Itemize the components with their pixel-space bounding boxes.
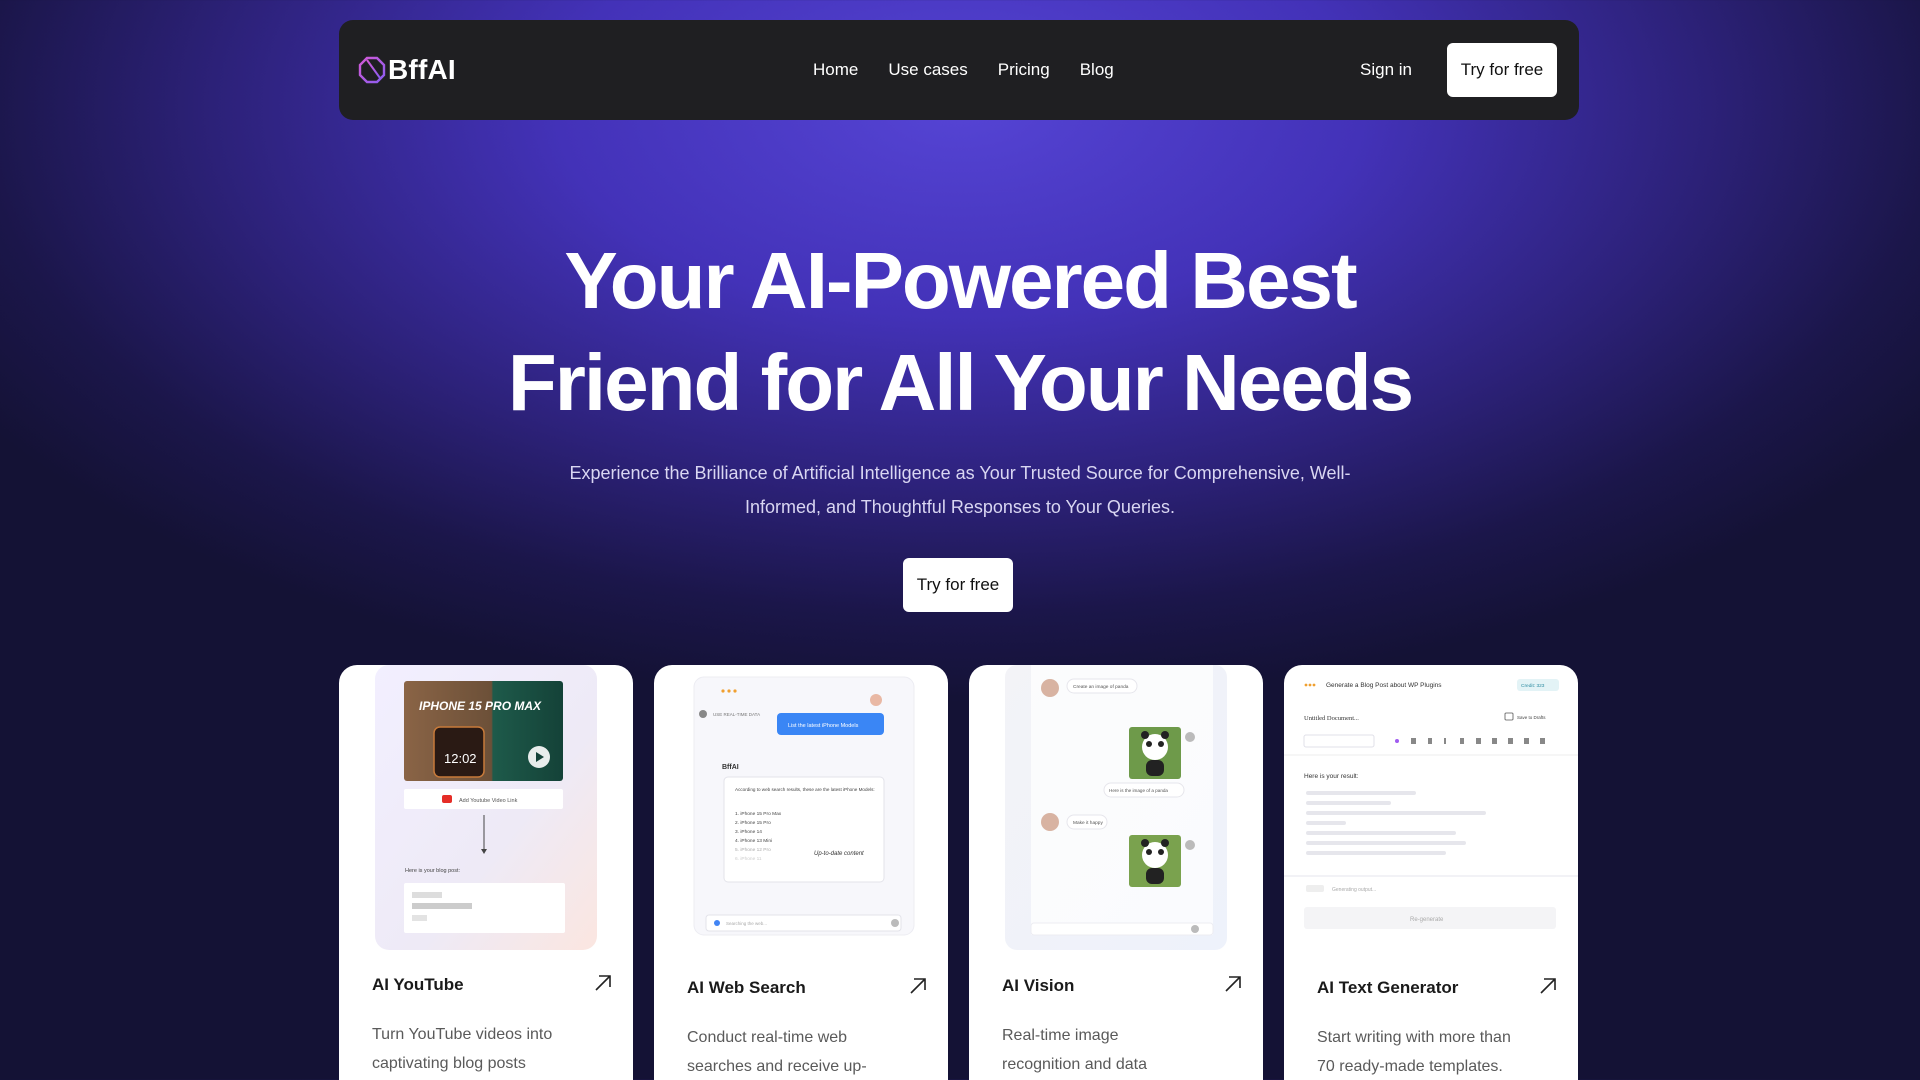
hero-subtitle-line-2: Informed, and Thoughtful Responses to Yo…: [745, 497, 1175, 517]
arrow-up-right-icon[interactable]: [1223, 974, 1243, 994]
card-description: Start writing with more than 70 ready-ma…: [1317, 1023, 1557, 1080]
card-ai-vision[interactable]: Create an image of panda Here is the ima…: [969, 665, 1263, 1080]
try-for-free-nav-button[interactable]: Try for free: [1447, 43, 1557, 97]
up-to-date-note: Up-to-date content: [814, 851, 864, 857]
caption-1: Here is the image of a panda: [1109, 788, 1168, 793]
send-icon: [891, 919, 899, 927]
card-ai-text-generator[interactable]: Generate a Blog Post about WP Plugins Cr…: [1284, 665, 1578, 1080]
hero-title-line-1: Your AI-Powered Best: [564, 236, 1357, 325]
prompt-2: Make it happy: [1073, 820, 1103, 826]
save-drafts-label[interactable]: Save to Drafts: [1517, 715, 1546, 720]
hero-subtitle: Experience the Brilliance of Artificial …: [560, 456, 1360, 524]
save-icon[interactable]: [1504, 712, 1514, 721]
nav-link-blog[interactable]: Blog: [1080, 60, 1114, 80]
credit-badge: Credit: 323: [1521, 683, 1545, 689]
card-description: Turn YouTube videos into captivating blo…: [372, 1020, 612, 1078]
generating-status: Generating output...: [1332, 887, 1376, 893]
card-description: Conduct real-time web searches and recei…: [687, 1023, 927, 1080]
card-preview-text-generator: Generate a Blog Post about WP Plugins Cr…: [1284, 665, 1578, 950]
hero-subtitle-line-1: Experience the Brilliance of Artificial …: [569, 463, 1351, 483]
hero-title: Your AI-Powered Best Friend for All Your…: [0, 230, 1920, 434]
prompt-1: Create an image of panda: [1073, 684, 1129, 690]
bot-avatar: [1185, 840, 1195, 850]
arrow-up-right-icon[interactable]: [593, 973, 613, 993]
answer-intro: According to web search results, these a…: [735, 787, 875, 792]
editor-toolbar[interactable]: [1395, 738, 1545, 744]
card-title: AI Vision: [1002, 976, 1075, 995]
nav-actions: Sign in Try for free: [1360, 43, 1557, 97]
card-preview-vision: Create an image of panda Here is the ima…: [969, 665, 1263, 950]
card-title: AI Text Generator: [1317, 978, 1459, 997]
generator-header: Generate a Blog Post about WP Plugins: [1326, 682, 1442, 689]
blog-post-label: Here is your blog post:: [405, 868, 460, 874]
try-for-free-hero-button[interactable]: Try for free: [903, 558, 1013, 612]
arrow-up-right-icon[interactable]: [1538, 976, 1558, 996]
result-skeleton: [1306, 791, 1486, 855]
regenerate-label: Re-generate: [1410, 917, 1444, 923]
card-title: AI Web Search: [687, 978, 806, 997]
hero-title-line-2: Friend for All Your Needs: [507, 338, 1414, 427]
nav-link-pricing[interactable]: Pricing: [998, 60, 1050, 80]
card-description-line-2: captivating blog posts: [372, 1055, 526, 1072]
card-ai-web-search[interactable]: USE REAL-TIME DATA List the latest iPhon…: [654, 665, 948, 1080]
youtube-icon: [442, 795, 452, 803]
card-ai-youtube[interactable]: IPHONE 15 PRO MAX 12:02 Add Youtube Vide…: [339, 665, 633, 1080]
video-clock: 12:02: [444, 751, 477, 766]
top-navbar: BffAI Home Use cases Pricing Blog Sign i…: [339, 20, 1579, 120]
logo[interactable]: BffAI: [358, 54, 456, 86]
doc-title: Untitled Document...: [1304, 715, 1359, 722]
card-preview-web-search: USE REAL-TIME DATA List the latest iPhon…: [654, 665, 948, 950]
card-description-line-1: Turn YouTube videos into: [372, 1026, 553, 1043]
nav-link-home[interactable]: Home: [813, 60, 858, 80]
card-description-line-1: Start writing with more than: [1317, 1029, 1511, 1046]
bffai-brand: BffAI: [722, 764, 739, 771]
card-description-line-2: 70 ready-made templates.: [1317, 1058, 1503, 1075]
logo-text: BffAI: [388, 54, 456, 85]
card-description: Real-time image recognition and data: [1002, 1021, 1242, 1079]
avatar: [870, 694, 882, 706]
logo-icon: [358, 56, 386, 84]
user-query: List the latest iPhone Models: [788, 723, 859, 729]
arrow-up-right-icon[interactable]: [908, 976, 928, 996]
result-label: Here is your result:: [1304, 773, 1359, 780]
search-status: Searching the web...: [726, 921, 767, 926]
realtime-toggle-label: USE REAL-TIME DATA: [713, 712, 760, 717]
video-title: IPHONE 15 PRO MAX: [419, 699, 542, 713]
card-title: AI YouTube: [372, 975, 464, 994]
bot-avatar: [1185, 732, 1195, 742]
user-avatar: [1041, 679, 1059, 697]
nav-links: Home Use cases Pricing Blog: [813, 20, 1114, 120]
card-description-line-2: searches and receive up-: [687, 1058, 867, 1075]
card-description-line-1: Real-time image: [1002, 1027, 1119, 1044]
sign-in-link[interactable]: Sign in: [1360, 60, 1412, 80]
youtube-link-label: Add Youtube Video Link: [459, 798, 518, 804]
check-icon: [699, 710, 707, 718]
user-avatar: [1041, 813, 1059, 831]
card-description-line-1: Conduct real-time web: [687, 1029, 848, 1046]
google-icon: [714, 920, 720, 926]
card-description-line-2: recognition and data: [1002, 1056, 1147, 1073]
send-icon: [1191, 925, 1199, 933]
nav-link-use-cases[interactable]: Use cases: [888, 60, 967, 80]
card-preview-youtube: IPHONE 15 PRO MAX 12:02 Add Youtube Vide…: [339, 665, 633, 950]
